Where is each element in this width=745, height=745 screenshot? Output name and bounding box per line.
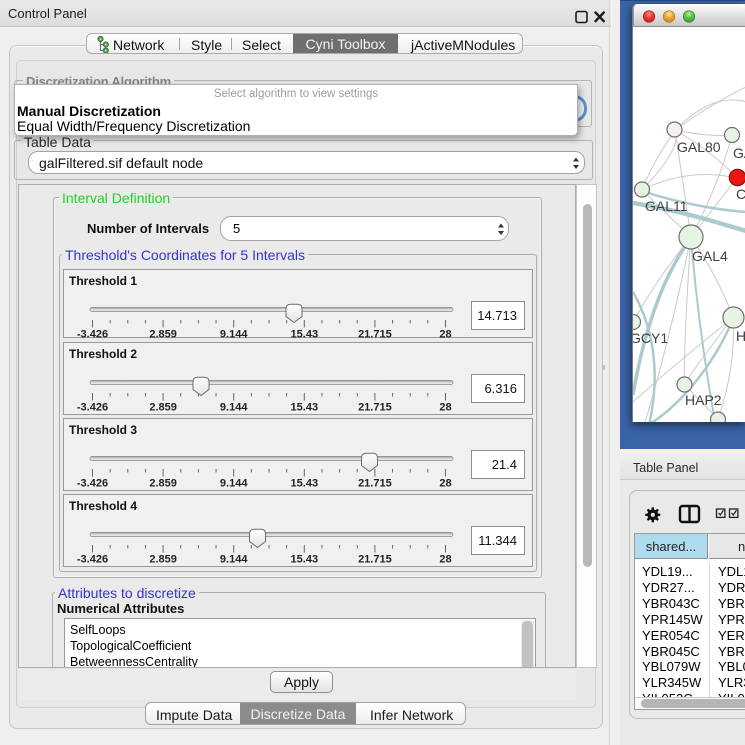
svg-text:9.144: 9.144 — [220, 554, 248, 566]
svg-text:9.144: 9.144 — [220, 329, 248, 341]
svg-text:21.715: 21.715 — [358, 554, 392, 566]
svg-text:28: 28 — [439, 554, 451, 566]
svg-text:21.715: 21.715 — [358, 402, 392, 414]
svg-text:-3.426: -3.426 — [77, 554, 108, 566]
svg-text:21.715: 21.715 — [358, 329, 392, 341]
svg-text:H: H — [736, 328, 745, 344]
svg-text:9.144: 9.144 — [220, 478, 248, 490]
svg-text:28: 28 — [439, 402, 451, 414]
svg-text:2.859: 2.859 — [149, 402, 177, 414]
svg-text:2.859: 2.859 — [149, 478, 177, 490]
svg-text:GAL80: GAL80 — [677, 139, 721, 155]
svg-text:15.43: 15.43 — [291, 554, 319, 566]
svg-text:28: 28 — [439, 329, 451, 341]
svg-text:15.43: 15.43 — [291, 478, 319, 490]
svg-text:GAL: GAL — [733, 145, 745, 161]
svg-text:21.715: 21.715 — [358, 478, 392, 490]
svg-text:C: C — [736, 186, 745, 202]
svg-text:HAP2: HAP2 — [685, 392, 722, 408]
svg-text:9.144: 9.144 — [220, 402, 248, 414]
svg-text:GAL4: GAL4 — [692, 248, 728, 264]
svg-text:2.859: 2.859 — [149, 554, 177, 566]
svg-text:2.859: 2.859 — [149, 329, 177, 341]
svg-text:28: 28 — [439, 478, 451, 490]
svg-text:-3.426: -3.426 — [77, 478, 108, 490]
svg-text:15.43: 15.43 — [291, 329, 319, 341]
svg-text:GAL11: GAL11 — [645, 198, 688, 214]
svg-text:-3.426: -3.426 — [77, 402, 108, 414]
svg-text:15.43: 15.43 — [291, 402, 319, 414]
svg-text:GCY1: GCY1 — [633, 330, 668, 346]
svg-text:-3.426: -3.426 — [77, 329, 108, 341]
